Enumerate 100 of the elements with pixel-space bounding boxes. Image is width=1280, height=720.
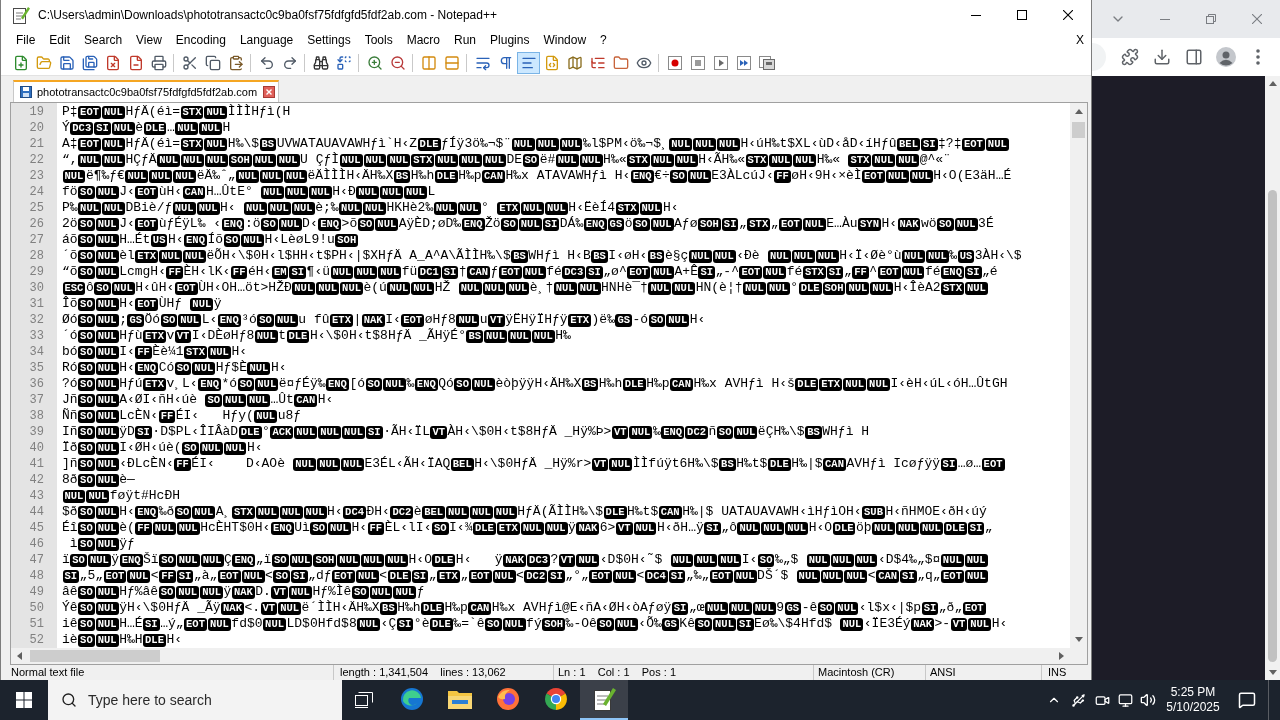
control-character-badge: NUL: [840, 617, 864, 631]
control-character-badge: DLE: [795, 377, 819, 391]
code-text: t: [278, 328, 286, 344]
code-text: ÿH‹\$0HƒÄ _Ãÿ: [119, 600, 221, 616]
code-text: éH‹: [247, 264, 272, 280]
code-text: ÿ: [223, 584, 232, 600]
code-text: <: [379, 568, 388, 584]
menu-item[interactable]: View: [129, 30, 169, 50]
code-text: H‹O: [808, 520, 833, 536]
control-character-badge: SI: [62, 569, 80, 583]
indent-guide-button[interactable]: [517, 51, 540, 74]
control-character-badge: NUL: [521, 201, 544, 215]
clock[interactable]: 5:25 PM 5/10/2025: [1160, 680, 1226, 720]
control-character-badge: DC2: [685, 425, 708, 439]
code-text: è(ú: [363, 280, 387, 296]
control-character-badge: EOT: [468, 569, 492, 583]
scroll-down-icon: [1268, 670, 1277, 675]
menu-item[interactable]: Window: [536, 30, 594, 50]
code-text: H‹: [991, 616, 1008, 632]
code-text: H‹ûH‹: [135, 280, 175, 296]
control-character-badge: ENQ: [119, 553, 143, 567]
control-character-badge: NUL: [355, 569, 379, 583]
notepad-button[interactable]: [580, 680, 628, 720]
file-tab[interactable]: phototransactc0c9ba0fsf75fdfgfd5fdf2ab.com: [13, 80, 280, 102]
control-character-badge: NUL: [518, 217, 542, 231]
code-text: „é: [982, 264, 998, 280]
line-number: 34: [28, 344, 45, 360]
menu-item[interactable]: File: [9, 30, 43, 50]
menu-item[interactable]: Settings: [300, 30, 358, 50]
control-character-badge: SI: [900, 569, 917, 583]
control-character-badge: EOT: [779, 217, 802, 231]
control-character-badge: NUL: [223, 441, 247, 455]
network-icon: [1117, 692, 1133, 708]
printer-icon: [150, 54, 167, 71]
control-character-badge: ENQ: [661, 425, 685, 439]
control-character-badge: FF: [158, 409, 176, 423]
code-text: €÷: [654, 168, 670, 184]
usb-icon: [1070, 692, 1086, 708]
control-character-badge: SI: [143, 617, 160, 631]
control-character-badge: NUL: [200, 585, 224, 599]
control-character-badge: NUL: [387, 281, 411, 295]
control-character-badge: SO: [78, 473, 95, 487]
control-character-badge: NUL: [576, 553, 600, 567]
line-number: 24: [28, 184, 45, 200]
code-text: Ýê: [62, 600, 78, 616]
control-character-badge: VT: [591, 457, 609, 471]
code-text: H‹: [327, 504, 343, 520]
code-text: fé: [786, 264, 803, 280]
scrollbar-thumb[interactable]: [1268, 190, 1277, 662]
control-character-badge: NUL: [337, 553, 361, 567]
code-text: H‹: [119, 504, 135, 520]
control-character-badge: NUL: [964, 569, 988, 583]
scroll-down-icon: [1074, 637, 1083, 642]
code-text: )ë‰: [591, 312, 615, 328]
control-character-badge: NUL: [687, 169, 711, 183]
code-text: ‰: [949, 248, 958, 264]
control-character-badge: NUL: [820, 569, 844, 583]
menu-item[interactable]: Language: [232, 30, 301, 50]
binoculars-icon: [312, 54, 329, 71]
scrollbar-thumb[interactable]: [30, 650, 160, 662]
control-character-badge: NUL: [276, 153, 300, 167]
menu-item[interactable]: Run: [447, 30, 484, 50]
code-text: UVWATAUAVAWHƒì`H‹Z: [276, 136, 418, 152]
close-icon[interactable]: [263, 86, 276, 98]
menu-item[interactable]: Encoding: [168, 30, 233, 50]
code-text: fö: [62, 184, 78, 200]
control-character-badge: SO: [78, 633, 95, 647]
line-number: 36: [28, 376, 45, 392]
control-character-badge: NUL: [940, 553, 964, 567]
close-document-button[interactable]: X: [1074, 30, 1086, 50]
code-text: H‹: [231, 344, 247, 360]
control-character-badge: NUL: [796, 569, 820, 583]
code-text: è—: [119, 472, 135, 488]
page-scrollbar[interactable]: [1265, 76, 1280, 680]
vertical-scrollbar[interactable]: [1070, 103, 1087, 648]
line-number: 49: [28, 584, 45, 600]
code-text: ‰: [406, 376, 415, 392]
code-text: ÿËHÿÏHƒÿ: [505, 312, 568, 328]
menu-item[interactable]: Tools: [357, 30, 400, 50]
control-character-badge: SO: [182, 441, 199, 455]
control-character-badge: US: [150, 233, 168, 247]
code-text: è;‰: [315, 200, 339, 216]
wave-browser-icon: [400, 687, 424, 711]
file-code-icon: [543, 54, 560, 71]
task-view-icon: [355, 692, 373, 708]
scrollbar-thumb[interactable]: [1072, 122, 1085, 138]
control-character-badge: ENQ: [270, 521, 294, 535]
menu-item[interactable]: Search: [77, 30, 130, 50]
code-text: J‹: [119, 216, 135, 232]
menu-item[interactable]: Macro: [399, 30, 447, 50]
menu-item[interactable]: ?: [593, 30, 614, 50]
control-character-badge: EOT: [981, 457, 1005, 471]
search-field[interactable]: Type here to search: [48, 680, 342, 720]
code-text: „: [843, 264, 852, 280]
control-character-badge: SO: [501, 217, 518, 231]
code-text: H…ÛtE°: [205, 184, 254, 200]
rows-icon: [443, 54, 460, 71]
menu-item[interactable]: Plugins: [483, 30, 537, 50]
code-text: <: [265, 568, 273, 584]
menu-item[interactable]: Edit: [42, 30, 78, 50]
